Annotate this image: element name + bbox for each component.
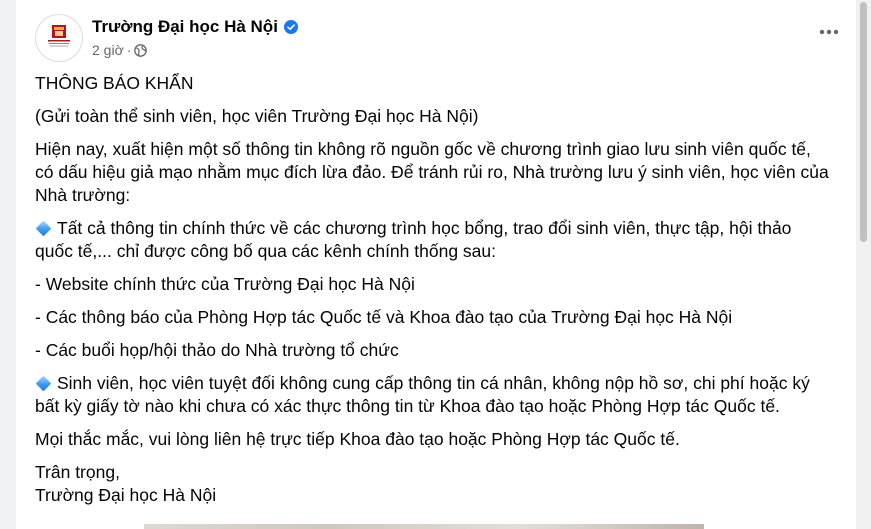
page-name[interactable]: Trường Đại học Hà Nội bbox=[92, 17, 298, 37]
channel-item: - Các thông báo của Phòng Hợp tác Quốc t… bbox=[35, 306, 845, 329]
globe-icon[interactable] bbox=[134, 43, 148, 57]
post-meta: 2 giờ · bbox=[92, 42, 148, 58]
warning-paragraph: Sinh viên, học viên tuyệt đối không cung… bbox=[35, 372, 845, 418]
page-name-text[interactable]: Trường Đại học Hà Nội bbox=[92, 17, 278, 37]
university-logo-icon bbox=[48, 25, 70, 47]
scrollbar[interactable] bbox=[856, 0, 871, 529]
official-channels-paragraph: Tất cả thông tin chính thức về các chươn… bbox=[35, 217, 845, 263]
post-image-preview[interactable] bbox=[144, 524, 704, 529]
post-card: Trường Đại học Hà Nội 2 giờ · THÔNG BÁO … bbox=[16, 0, 859, 529]
post-content: THÔNG BÁO KHẨN (Gửi toàn thể sinh viên, … bbox=[35, 72, 845, 517]
channel-item: - Các buổi họp/hội thảo do Nhà trường tổ… bbox=[35, 339, 845, 362]
text-line: Trường Đại học Hà Nội bbox=[35, 485, 217, 505]
meta-separator: · bbox=[126, 42, 132, 58]
contact-paragraph: Mọi thắc mắc, vui lòng liên hệ trực tiếp… bbox=[35, 428, 845, 451]
post-title: THÔNG BÁO KHẨN bbox=[35, 72, 845, 95]
text-line: (Gửi toàn thể sinh viên, học viên Trường… bbox=[35, 106, 479, 126]
text-line: có dấu hiệu giả mạo nhằm mục đích lừa đả… bbox=[35, 162, 829, 182]
text-line: Sinh viên, học viên tuyệt đối không cung… bbox=[57, 373, 810, 393]
more-horizontal-icon bbox=[819, 29, 839, 35]
channel-item: - Website chính thức của Trường Đại học … bbox=[35, 273, 845, 296]
text-line: THÔNG BÁO KHẨN bbox=[35, 73, 194, 93]
more-options-button[interactable] bbox=[815, 22, 843, 42]
signature: Trân trọng, Trường Đại học Hà Nội bbox=[35, 461, 845, 507]
post-header: Trường Đại học Hà Nội 2 giờ · bbox=[35, 14, 859, 66]
blue-diamond-icon bbox=[35, 221, 52, 237]
intro-paragraph: Hiện nay, xuất hiện một số thông tin khô… bbox=[35, 138, 845, 207]
text-line: Mọi thắc mắc, vui lòng liên hệ trực tiếp… bbox=[35, 429, 680, 449]
blue-diamond-icon bbox=[35, 376, 52, 392]
scrollbar-thumb[interactable] bbox=[860, 2, 867, 242]
post-subtitle: (Gửi toàn thể sinh viên, học viên Trường… bbox=[35, 105, 845, 128]
text-line: quốc tế,... chỉ được công bố qua các kên… bbox=[35, 241, 496, 261]
text-line: Hiện nay, xuất hiện một số thông tin khô… bbox=[35, 139, 811, 159]
text-line: Trân trọng, bbox=[35, 462, 120, 482]
text-line: Tất cả thông tin chính thức về các chươn… bbox=[57, 218, 792, 238]
text-line: - Các thông báo của Phòng Hợp tác Quốc t… bbox=[35, 307, 733, 327]
page-avatar[interactable] bbox=[35, 14, 83, 62]
post-time[interactable]: 2 giờ bbox=[92, 42, 124, 58]
text-line: Nhà trường: bbox=[35, 185, 131, 205]
text-line: - Các buổi họp/hội thảo do Nhà trường tổ… bbox=[35, 340, 399, 360]
verified-badge-icon bbox=[283, 20, 298, 34]
text-line: bất kỳ giấy tờ nào khi chưa có xác thực … bbox=[35, 396, 780, 416]
text-line: - Website chính thức của Trường Đại học … bbox=[35, 274, 415, 294]
